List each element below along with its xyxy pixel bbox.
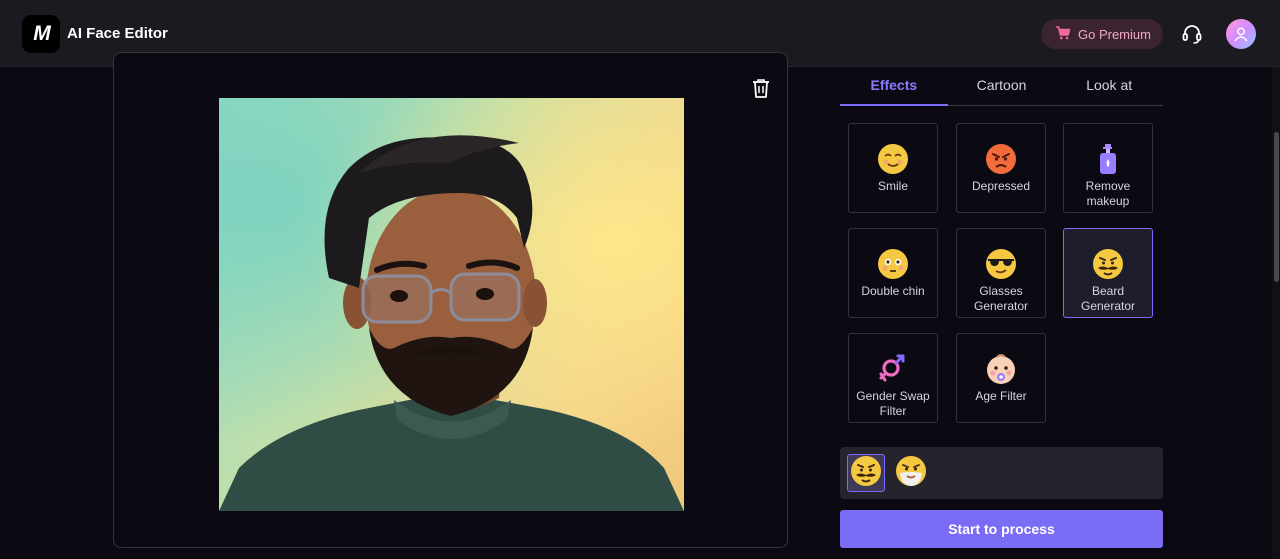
effect-card-beard-generator[interactable]: Beard Generator	[1063, 228, 1153, 318]
effect-card-remove-makeup[interactable]: Remove makeup	[1063, 123, 1153, 213]
effect-card-depressed[interactable]: Depressed	[956, 123, 1046, 213]
gender-symbol-icon	[877, 353, 909, 385]
trash-icon[interactable]	[750, 77, 772, 99]
beard-emoji-icon	[850, 455, 882, 492]
smile-emoji-icon	[877, 143, 909, 175]
tray-item-white-beard[interactable]	[892, 454, 930, 492]
start-to-process-button[interactable]: Start to process	[840, 510, 1163, 548]
effect-card-gender-swap-filter[interactable]: Gender Swap Filter	[848, 333, 938, 423]
effect-card-label: Gender Swap Filter	[856, 389, 930, 418]
effect-card-double-chin[interactable]: Double chin	[848, 228, 938, 318]
tab-cartoon[interactable]: Cartoon	[948, 67, 1056, 105]
user-avatar-icon[interactable]	[1226, 19, 1256, 49]
headset-icon[interactable]	[1178, 20, 1206, 48]
uploaded-photo	[219, 98, 684, 511]
lotion-bottle-icon	[1092, 143, 1124, 175]
sunglasses-emoji-icon	[985, 248, 1017, 280]
effect-card-label: Depressed	[971, 179, 1031, 193]
go-premium-button[interactable]: Go Premium	[1041, 19, 1163, 49]
tab-effects[interactable]: Effects	[840, 67, 948, 106]
effect-card-smile[interactable]: Smile	[848, 123, 938, 213]
tray-item-beard[interactable]	[847, 454, 885, 492]
beard-emoji-icon	[1092, 248, 1124, 280]
baby-emoji-icon	[985, 353, 1017, 385]
flushed-emoji-icon	[877, 248, 909, 280]
effect-card-label: Age Filter	[975, 389, 1027, 403]
cart-icon	[1055, 25, 1071, 43]
effect-card-age-filter[interactable]: Age Filter	[956, 333, 1046, 423]
app-logo[interactable]: M	[22, 15, 60, 53]
effect-tabs: Effects Cartoon Look at	[840, 67, 1163, 106]
scrollbar-thumb[interactable]	[1274, 132, 1279, 282]
tab-look-at[interactable]: Look at	[1055, 67, 1163, 105]
effect-card-label: Beard Generator	[1080, 284, 1136, 313]
effect-card-label: Double chin	[861, 284, 925, 298]
app-title: AI Face Editor	[67, 25, 168, 42]
white-beard-emoji-icon	[895, 455, 927, 492]
effect-card-glasses-generator[interactable]: Glasses Generator	[956, 228, 1046, 318]
angry-emoji-icon	[985, 143, 1017, 175]
go-premium-label: Go Premium	[1078, 26, 1151, 42]
effect-card-label: Glasses Generator	[973, 284, 1029, 313]
effect-card-label: Smile	[877, 179, 908, 193]
applied-effects-tray	[840, 447, 1163, 499]
effect-card-label: Remove makeup	[1085, 179, 1131, 208]
